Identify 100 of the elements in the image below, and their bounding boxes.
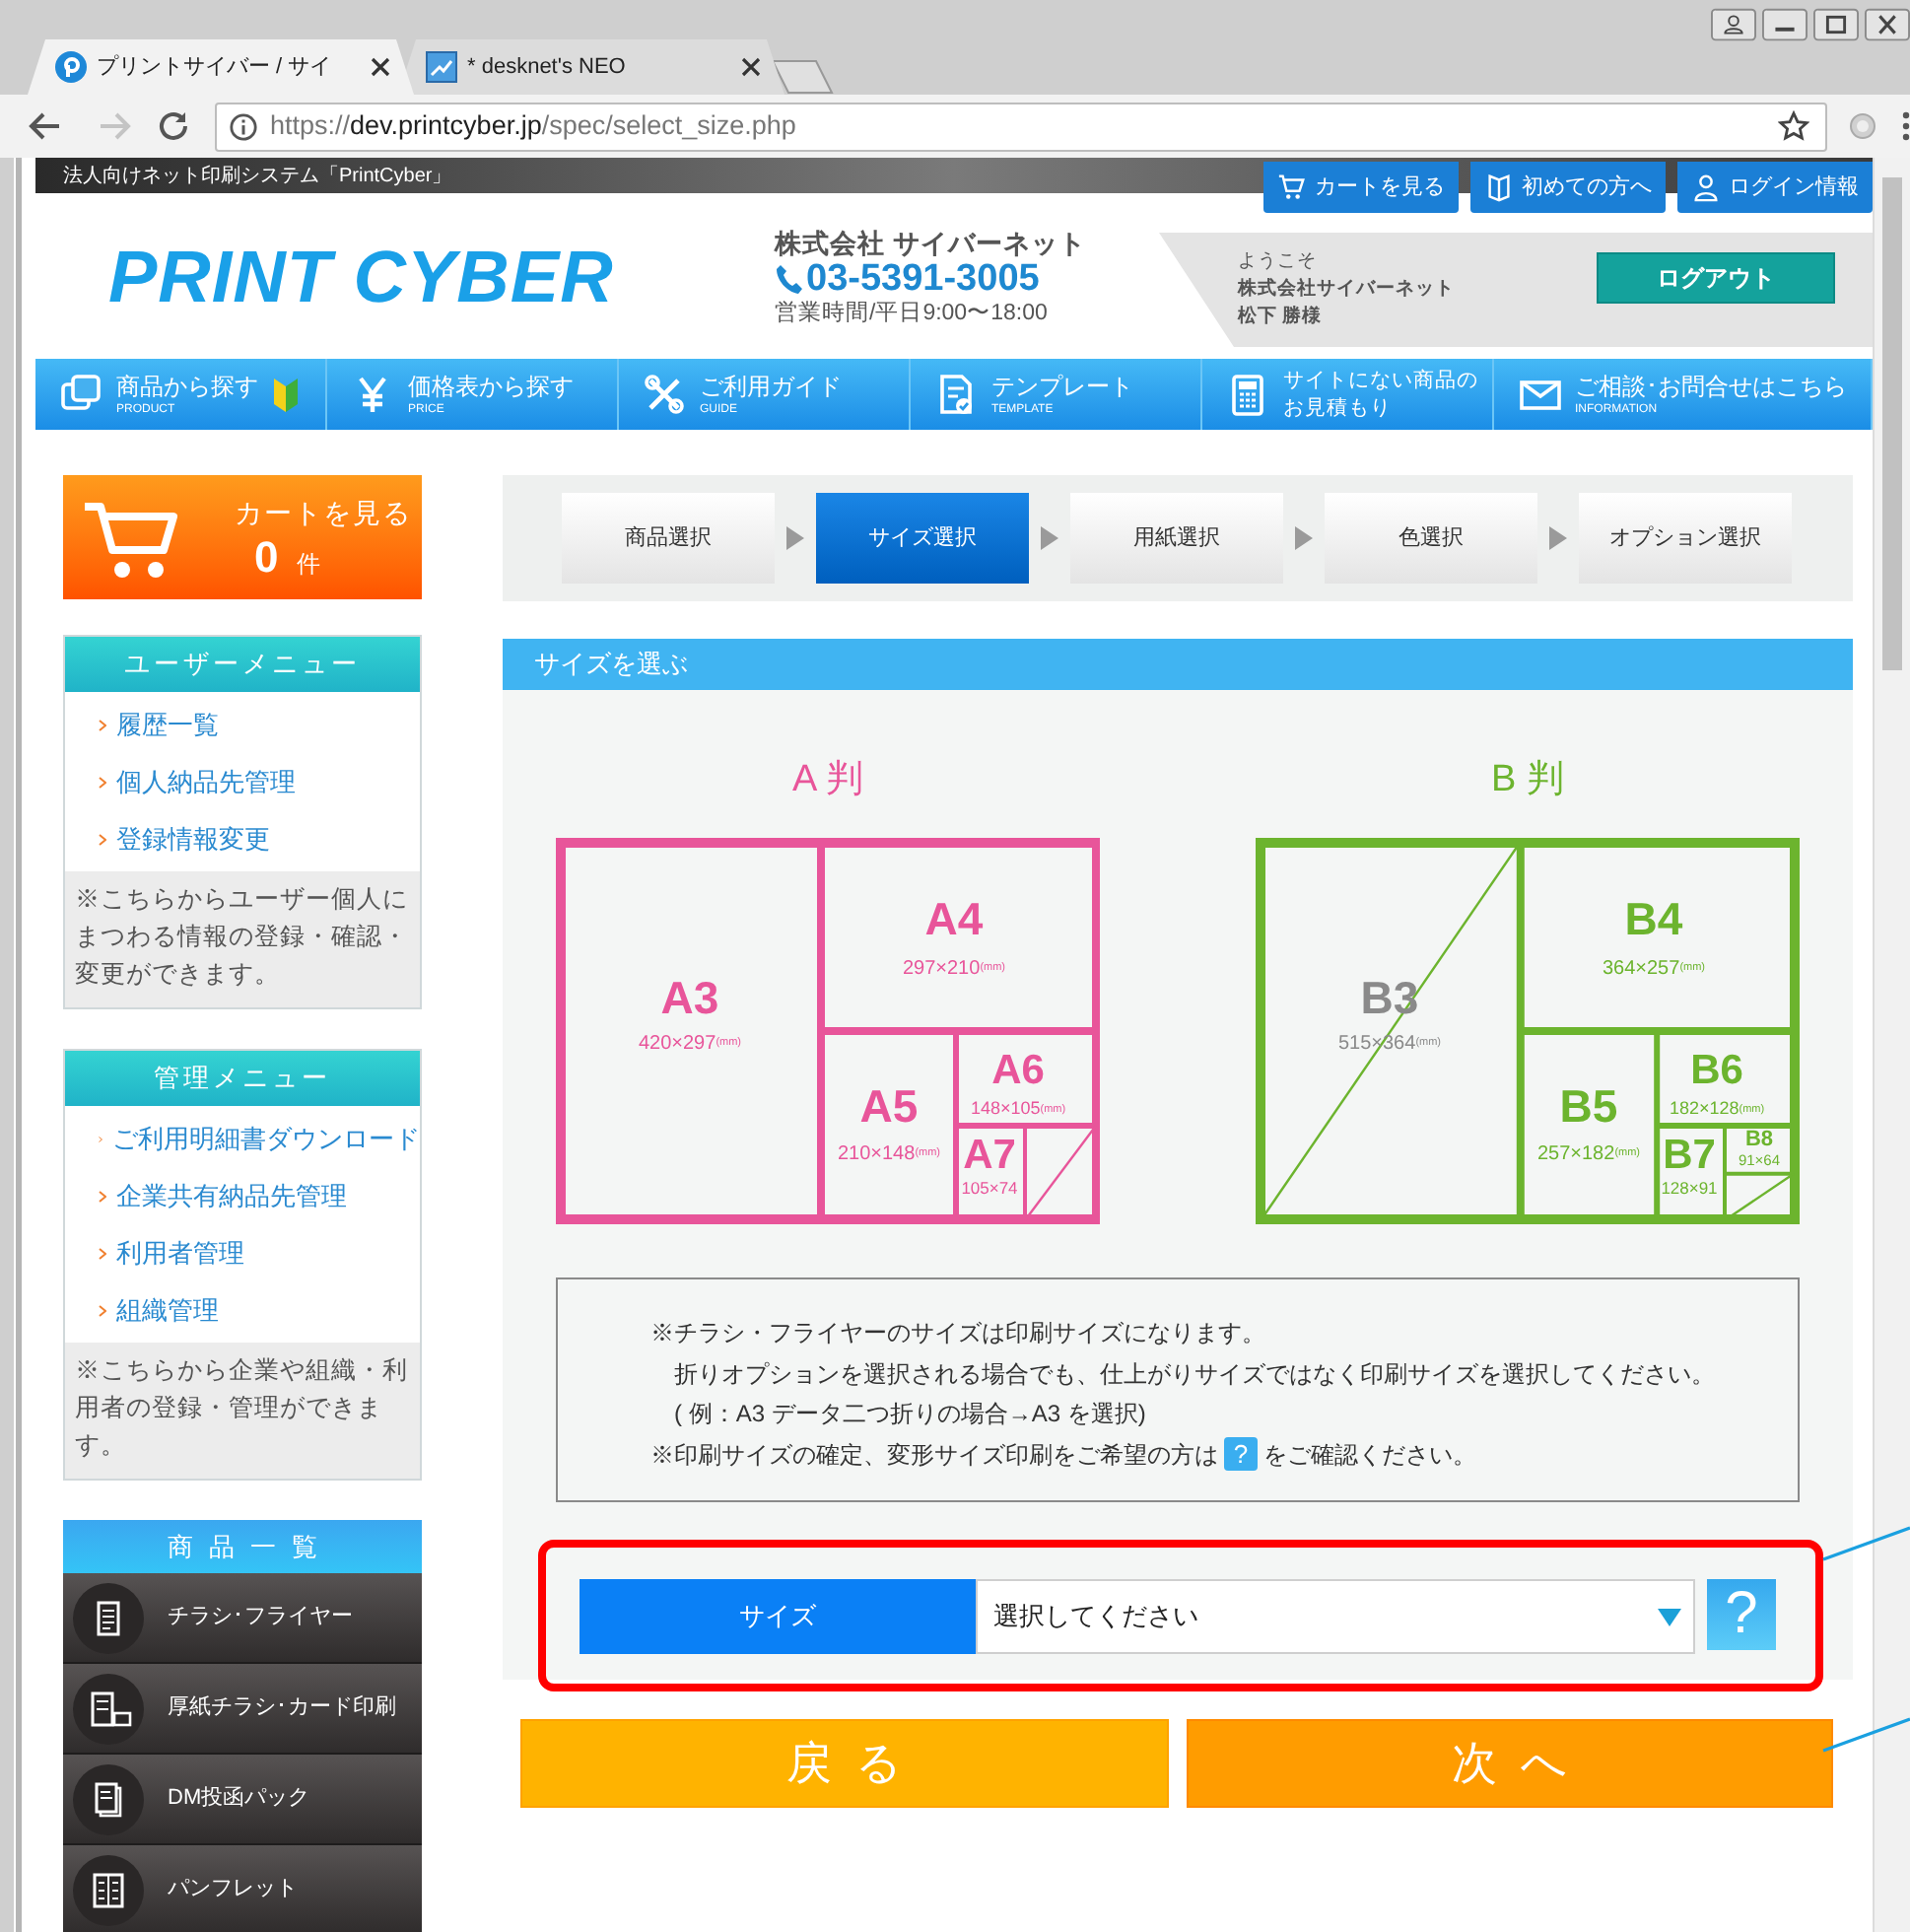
scrollbar[interactable]	[1873, 158, 1910, 1932]
cart-icon	[1277, 172, 1307, 203]
person-icon	[1691, 172, 1721, 203]
book-icon	[1484, 172, 1514, 203]
bullet-icon	[99, 776, 106, 788]
nav-menu-item[interactable]: サイトにない商品の お見積もり	[1202, 359, 1494, 430]
document-check-icon	[934, 373, 978, 416]
note-text: 折りオプションを選択される場合でも、仕上がりサイズではなく印刷サイズを選択してください。	[674, 1357, 1715, 1392]
document-icon	[73, 1763, 144, 1834]
product-category-link[interactable]: DM投函パック	[63, 1755, 422, 1845]
arrow-icon	[786, 526, 804, 550]
header-link-button[interactable]: ログイン情報	[1677, 162, 1873, 213]
note-text: ※印刷サイズの確定、変形サイズ印刷をご希望の方は	[650, 1438, 1218, 1473]
site-logo: PRINT CYBER	[108, 240, 616, 312]
menu-title: 管理メニュー	[65, 1051, 420, 1106]
paper-size-label: B3	[1360, 972, 1419, 1024]
tools-icon	[643, 373, 686, 416]
product-category-link[interactable]: 厚紙チラシ･カード印刷	[63, 1664, 422, 1755]
back-arrow-icon[interactable]	[28, 108, 63, 144]
menu-icon[interactable]	[1902, 110, 1910, 142]
menu-link[interactable]: ご利用明細書ダウンロード	[112, 1119, 420, 1158]
product-category-link[interactable]: チラシ･フライヤー	[63, 1573, 422, 1664]
windows-icon	[59, 373, 102, 416]
note-text: をご確認ください。	[1263, 1438, 1476, 1473]
paper-size-label: B5	[1559, 1080, 1618, 1133]
url-text: https://dev.printcyber.jp/spec/select_size.php	[270, 107, 798, 144]
menu-link[interactable]: 企業共有納品先管理	[116, 1176, 347, 1215]
paper-size-label: B8	[1744, 1127, 1774, 1151]
nav-label: サイトにない商品の	[1283, 367, 1478, 394]
bullet-icon	[99, 833, 106, 845]
address-bar[interactable]: https://dev.printcyber.jp/spec/select_size.php	[215, 102, 1827, 151]
nav-label: 価格表から探す	[408, 372, 574, 401]
nav-label: テンプレート	[991, 372, 1133, 401]
welcome-greeting: ようこそ	[1238, 248, 1319, 276]
phone-number: 03-5391-3005	[806, 259, 1040, 299]
menu-link[interactable]: 個人納品先管理	[116, 762, 296, 801]
arrow-icon	[1041, 526, 1058, 550]
paper-size-label: B7	[1663, 1133, 1716, 1179]
bullet-icon	[99, 1304, 106, 1316]
reload-icon[interactable]	[156, 108, 191, 144]
maximize-icon[interactable]	[1813, 8, 1859, 41]
chart-icon	[426, 51, 457, 83]
close-icon[interactable]	[741, 57, 761, 77]
beginner-mark-icon	[272, 375, 300, 414]
menu-note: ※こちらからユーザー個人にまつわる情報の登録・確認・変更ができます。	[65, 871, 420, 1007]
cart-button[interactable]: カートを見る 0 件	[63, 475, 422, 599]
paper-size-label: B4	[1624, 893, 1683, 945]
bullet-icon	[99, 1190, 106, 1202]
star-icon[interactable]	[1778, 110, 1809, 142]
business-hours: 営業時間/平日9:00〜18:00	[775, 299, 1050, 328]
close-icon[interactable]	[1865, 8, 1910, 41]
product-list-title: 商品一覧	[63, 1520, 422, 1573]
menu-note: ※こちらから企業や組織・利用者の登録・管理ができます。	[65, 1343, 420, 1479]
note-text: ※チラシ・フライヤーのサイズは印刷サイズになります。	[650, 1317, 1265, 1351]
tagline: 法人向けネット印刷システム「PrintCyber」	[63, 163, 452, 190]
calculator-icon	[1226, 373, 1269, 416]
menu-link[interactable]: 履歴一覧	[116, 705, 219, 744]
nav-label: お見積もり	[1283, 394, 1394, 422]
dropdown-arrow-icon	[1658, 1608, 1681, 1625]
scrollbar-thumb[interactable]	[1882, 177, 1902, 670]
paper-dimensions: 105×74	[961, 1178, 1018, 1199]
menu-link[interactable]: 利用者管理	[116, 1233, 244, 1273]
paper-size-label: A4	[924, 893, 984, 945]
size-label: サイズ	[580, 1579, 976, 1654]
minimize-icon[interactable]	[1762, 8, 1808, 41]
browser-tab[interactable]: プリントサイバー / サイ	[28, 39, 414, 95]
user-icon[interactable]	[1711, 8, 1756, 41]
document-icon	[73, 1582, 144, 1653]
paper-size-label: B6	[1690, 1048, 1743, 1094]
site-icon	[55, 51, 87, 83]
menu-link[interactable]: 組織管理	[116, 1290, 219, 1330]
paper-size-label: A6	[991, 1048, 1045, 1094]
leader-line	[1821, 1717, 1910, 1753]
logout-button[interactable]: ログアウト	[1597, 252, 1835, 304]
size-select[interactable]: 選択してください	[976, 1579, 1695, 1654]
header-link-button[interactable]: カートを見る	[1263, 162, 1459, 213]
company-name: 株式会社サイバーネット	[1238, 276, 1457, 304]
next-button[interactable]: 次へ	[1187, 1719, 1833, 1808]
help-button[interactable]: ?	[1707, 1579, 1776, 1650]
nav-label: ご利用ガイド	[700, 372, 842, 401]
arrow-icon	[1549, 526, 1567, 550]
header-link-button[interactable]: 初めての方へ	[1470, 162, 1666, 213]
nav-label: ご相談･お問合せはこちら	[1575, 372, 1847, 401]
close-icon[interactable]	[371, 57, 390, 77]
section-title: サイズを選ぶ	[503, 639, 1853, 690]
product-category-link[interactable]: パンフレット	[63, 1845, 422, 1932]
info-icon[interactable]	[229, 111, 258, 141]
bullet-icon	[99, 719, 106, 730]
company-name: 株式会社 サイバーネット	[775, 228, 1088, 259]
bullet-icon	[99, 1247, 106, 1259]
size-group-title: A 判	[792, 757, 863, 804]
paper-size-label: A7	[963, 1133, 1016, 1179]
paper-size-label: A3	[660, 972, 719, 1024]
user-name: 松下 勝様	[1238, 304, 1325, 331]
phone-icon	[775, 262, 804, 296]
leader-line	[1821, 1526, 1910, 1561]
document-icon	[73, 1673, 144, 1744]
help-badge: ?	[1224, 1437, 1258, 1472]
menu-title: ユーザーメニュー	[65, 637, 420, 692]
menu-link[interactable]: 登録情報変更	[116, 819, 270, 859]
